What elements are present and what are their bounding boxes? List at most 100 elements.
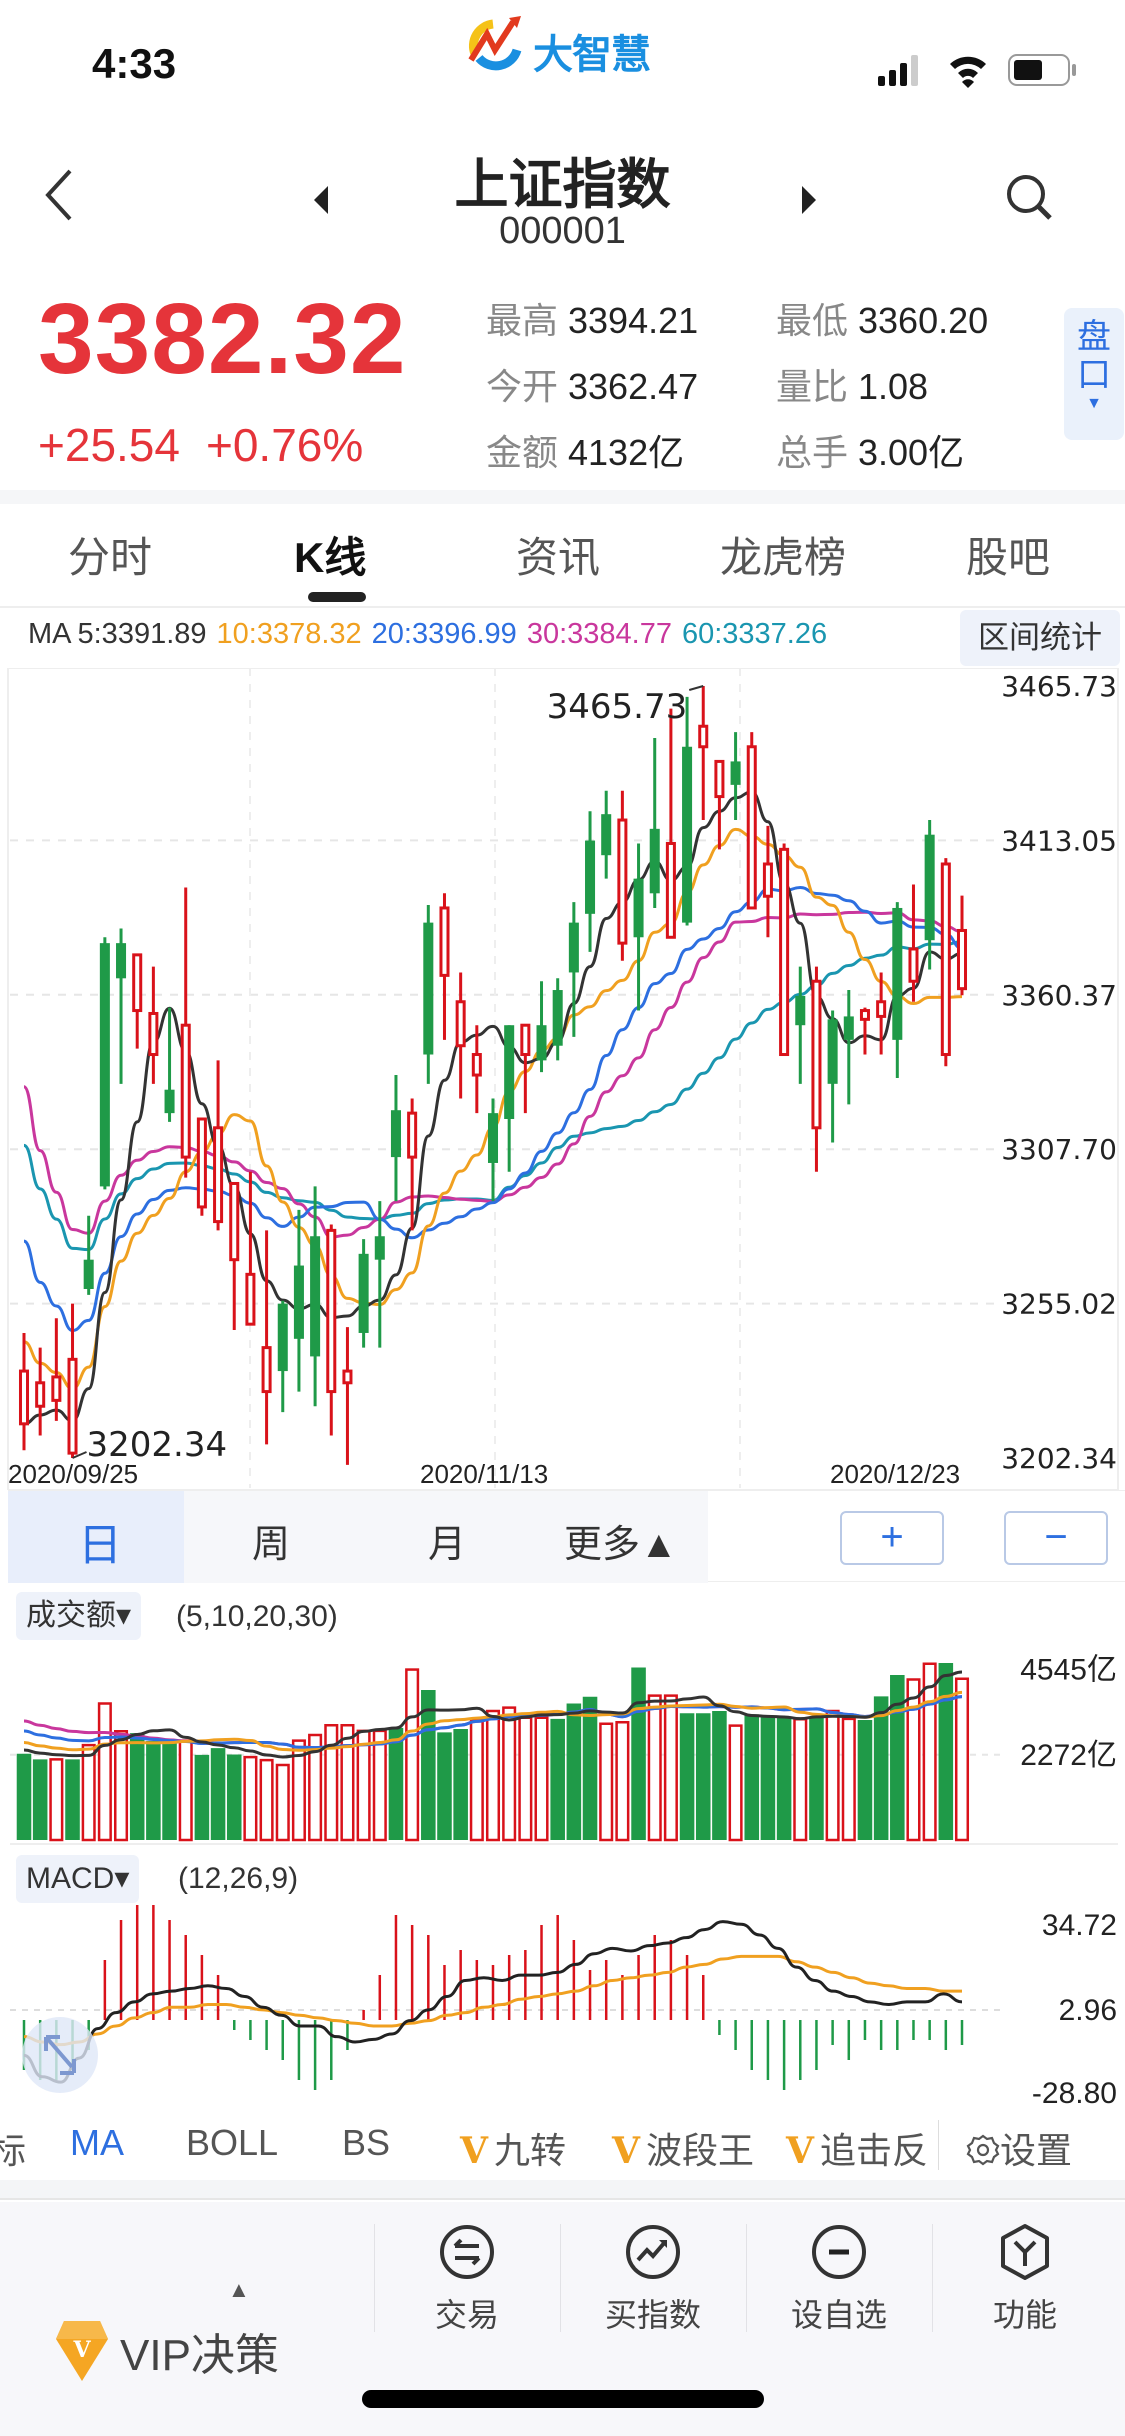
- candle-body: [568, 922, 579, 973]
- tab-news[interactable]: 资讯: [516, 524, 600, 585]
- next-stock-button[interactable]: [790, 180, 830, 220]
- volume-bar: [825, 1709, 840, 1842]
- tab-kline[interactable]: K线: [294, 524, 366, 585]
- candle: [827, 1010, 838, 1143]
- candle-body: [51, 1375, 62, 1402]
- zoom-out-button[interactable]: −: [1004, 1511, 1108, 1565]
- volume-bar: [809, 1717, 824, 1840]
- tab-forum[interactable]: 股吧: [966, 524, 1050, 585]
- triangle-right-icon: [802, 186, 816, 214]
- candle-body: [746, 745, 757, 910]
- candle: [407, 1098, 418, 1231]
- candle: [633, 843, 644, 1011]
- stat-low: 最低 3360.20: [776, 300, 989, 341]
- indicator-zhuijifan[interactable]: V 追击反: [786, 2122, 928, 2174]
- candle: [358, 1239, 369, 1348]
- period-monthly[interactable]: 月: [428, 1513, 466, 1568]
- search-button[interactable]: [1002, 170, 1058, 226]
- candle: [940, 858, 951, 1067]
- indicator-boduanwang[interactable]: V 波段王: [612, 2122, 754, 2174]
- candle: [698, 686, 709, 821]
- candle: [924, 820, 935, 970]
- vip-decision-button[interactable]: ▲ V VIP决策: [54, 2257, 354, 2381]
- indicator-ma[interactable]: MA: [70, 2122, 124, 2164]
- trend-up-icon: [626, 2225, 680, 2279]
- ma-legend: MA 5:3391.89 10:3378.32 20:3396.99 30:3384.7…: [28, 618, 837, 651]
- nav-buy-index[interactable]: 买指数: [560, 2222, 746, 2342]
- volume-bar: [372, 1729, 387, 1842]
- candle: [277, 1300, 288, 1413]
- candle-body: [827, 1019, 838, 1084]
- candle: [795, 966, 806, 1084]
- divider: [0, 2180, 1125, 2200]
- ma20-value: 20:3396.99: [371, 618, 517, 650]
- candle: [649, 737, 660, 908]
- candle: [213, 1060, 224, 1231]
- settings-button[interactable]: 设置: [966, 2122, 1072, 2174]
- tab-intraday[interactable]: 分时: [68, 524, 152, 585]
- period-more[interactable]: 更多▲: [564, 1513, 678, 1568]
- candle-body: [487, 1113, 499, 1163]
- candle: [67, 1303, 78, 1458]
- volume-bar: [793, 1718, 808, 1842]
- candle-body: [908, 947, 919, 983]
- indicator-boll[interactable]: BOLL: [186, 2122, 278, 2164]
- price-change: +25.54 +0.76%: [38, 418, 389, 472]
- volume-bar: [485, 1709, 501, 1842]
- candle-body: [374, 1236, 385, 1260]
- kline-chart[interactable]: 3465.73 3413.05 3360.37 3307.70 3255.02 3202.…: [0, 668, 1125, 1490]
- candle: [51, 1318, 62, 1421]
- candle: [148, 966, 159, 1084]
- candle-body: [682, 746, 693, 923]
- tab-dragon-tiger[interactable]: 龙虎榜: [720, 524, 846, 585]
- candle: [730, 732, 741, 821]
- indicator-bs[interactable]: BS: [342, 2122, 390, 2164]
- zoom-in-button[interactable]: +: [840, 1511, 944, 1565]
- nav-functions[interactable]: 功能: [932, 2222, 1118, 2342]
- candle: [423, 905, 434, 1084]
- period-weekly[interactable]: 周: [252, 1513, 290, 1568]
- volume-indicator-select[interactable]: 成交额▾: [16, 1592, 142, 1640]
- nav-trade[interactable]: 交易: [374, 2222, 560, 2342]
- volume-bar: [162, 1740, 177, 1840]
- volume-bar: [259, 1758, 274, 1842]
- candle: [390, 1075, 401, 1202]
- caret-up-icon: ▲: [228, 2277, 250, 2302]
- caret-down-icon: ▼: [1086, 395, 1102, 412]
- volume-bar: [518, 1716, 533, 1842]
- candle: [487, 1098, 499, 1202]
- candle-body: [390, 1110, 401, 1158]
- price-axis-label: 3255.02: [1001, 1288, 1117, 1321]
- volume-bar: [744, 1714, 760, 1840]
- period-daily[interactable]: 日: [78, 1509, 122, 1573]
- indicator-partial[interactable]: 标: [0, 2122, 26, 2174]
- candle-body: [730, 761, 741, 785]
- volume-bar: [324, 1724, 339, 1842]
- range-stats-button[interactable]: 区间统计: [960, 610, 1120, 666]
- macd-indicator-select[interactable]: MACD▾: [16, 1855, 140, 1903]
- order-book-toggle[interactable]: 盘 口 ▼: [1064, 308, 1124, 440]
- volume-bar: [695, 1713, 711, 1840]
- ma30-value: 30:3384.77: [526, 618, 672, 650]
- candle: [665, 708, 676, 939]
- candle-body: [310, 1236, 321, 1357]
- nav-set-watchlist[interactable]: 设自选: [746, 2222, 932, 2342]
- volume-bar: [615, 1721, 630, 1842]
- indicator-jiuzhuan[interactable]: V 九转: [460, 2122, 566, 2174]
- volume-bar: [502, 1706, 517, 1842]
- low-annotation: 3202.34: [87, 1425, 228, 1465]
- macd-chart: 34.72 2.96 -28.80: [10, 1905, 1117, 2105]
- candle: [374, 1201, 385, 1348]
- expand-chart-icon[interactable]: [22, 2017, 98, 2093]
- candle-body: [665, 841, 676, 939]
- candle: [261, 1230, 272, 1445]
- candle-body: [536, 1025, 547, 1061]
- candle-body: [35, 1381, 46, 1408]
- macd-axis-label: 34.72: [1042, 1909, 1117, 1942]
- volume-bar: [194, 1754, 210, 1840]
- svg-text:V: V: [72, 2337, 91, 2363]
- change-percent: +0.76%: [205, 419, 364, 471]
- ma-prefix: MA: [28, 618, 72, 650]
- candle-body: [423, 922, 434, 1055]
- candle-body: [762, 862, 773, 898]
